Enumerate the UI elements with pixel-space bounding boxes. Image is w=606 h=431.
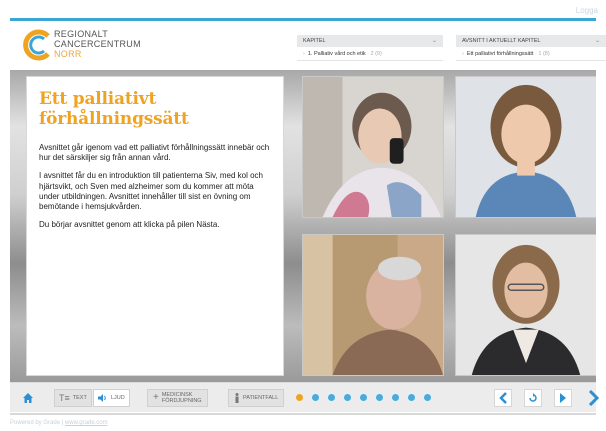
logo-line-1: REGIONALT xyxy=(54,29,109,39)
replay-button[interactable] xyxy=(524,389,542,407)
medical-deepening-button[interactable]: + MEDICINSK FÖRDJUPNING xyxy=(147,389,208,407)
section-title: Ett palliativt förhållningssätt xyxy=(39,89,189,129)
rcc-logo-icon xyxy=(23,29,50,61)
text-toggle-label: TEXT xyxy=(72,395,87,401)
medical-deepening-label: MEDICINSK FÖRDJUPNING xyxy=(162,392,202,404)
next-button[interactable] xyxy=(585,389,603,407)
paragraph-3: Du börjar avsnittet genom att klicka på … xyxy=(39,220,220,230)
chevron-down-icon: ⌄ xyxy=(594,38,600,44)
paragraph-1: Avsnittet går igenom vad ett palliativt … xyxy=(39,143,270,163)
header: REGIONALT CANCERCENTRUM NORR KAPITEL ⌄ ›… xyxy=(10,21,606,69)
play-icon xyxy=(560,393,566,403)
chevron-down-icon: ⌄ xyxy=(431,38,437,44)
text-panel: Ett palliativt förhållningssätt Avsnitte… xyxy=(26,76,284,376)
chapter-selector-label: KAPITEL xyxy=(303,38,326,44)
photo-narrator-older-woman xyxy=(455,234,596,376)
progress-dot[interactable] xyxy=(312,394,319,401)
progress-dot[interactable] xyxy=(360,394,367,401)
progress-dot[interactable] xyxy=(392,394,399,401)
home-icon xyxy=(23,393,33,403)
progress-dot[interactable] xyxy=(376,394,383,401)
bottom-rule xyxy=(10,413,596,415)
play-button[interactable] xyxy=(554,389,572,407)
logo-line-3: NORR xyxy=(54,49,82,59)
section-selector-label: AVSNITT I AKTUELLT KAPITEL xyxy=(462,38,541,44)
patient-case-label: PATIENTFALL xyxy=(243,395,279,401)
footer-link[interactable]: www.grade.com xyxy=(65,420,108,426)
previous-button[interactable] xyxy=(494,389,512,407)
bottom-toolbar: T≡ TEXT LJUD + MEDICINSK FÖRDJUPNING PAT… xyxy=(10,382,600,412)
photo-patient-siv xyxy=(302,76,444,218)
main-stage: Ett palliativt förhållningssätt Avsnitte… xyxy=(10,70,596,382)
person-icon xyxy=(235,393,239,403)
logo-line-2: CANCERCENTRUM xyxy=(54,39,141,49)
chapter-selector[interactable]: KAPITEL ⌄ › 1. Palliativ vård och etik · … xyxy=(297,35,443,65)
photo-patient-sven xyxy=(302,234,444,376)
text-icon: T≡ xyxy=(59,393,70,403)
chapter-current[interactable]: › 1. Palliativ vård och etik · 2 (9) xyxy=(297,47,443,61)
progress-dot[interactable] xyxy=(344,394,351,401)
logo-text: REGIONALT CANCERCENTRUM NORR xyxy=(54,29,141,59)
progress-dot[interactable] xyxy=(408,394,415,401)
speaker-icon xyxy=(98,394,106,402)
chevron-right-icon xyxy=(588,390,600,406)
login-link[interactable]: Logga xyxy=(576,6,598,15)
medical-deepening-line-2: FÖRDJUPNING xyxy=(161,398,202,404)
progress-dot[interactable] xyxy=(296,394,303,401)
section-selector[interactable]: AVSNITT I AKTUELLT KAPITEL ⌄ › Ett pallia… xyxy=(456,35,606,65)
section-current[interactable]: › Ett palliativt förhållningssätt · 1 (8) xyxy=(456,47,606,61)
section-current-value: Ett palliativt förhållningssätt xyxy=(466,51,534,57)
app-window: Logga REGIONALT CANCERCENTRUM NORR KAPIT… xyxy=(0,0,606,431)
chapter-selector-bar[interactable]: KAPITEL ⌄ xyxy=(297,35,443,47)
chevron-right-icon: › xyxy=(462,51,464,57)
photo-narrator-woman xyxy=(455,76,596,218)
progress-dot[interactable] xyxy=(424,394,431,401)
plus-icon: + xyxy=(153,392,159,403)
replay-icon xyxy=(529,393,537,402)
home-button[interactable] xyxy=(18,389,38,407)
audio-toggle-button[interactable]: LJUD xyxy=(93,389,130,407)
section-count: · 1 (8) xyxy=(535,51,550,57)
chevron-left-icon xyxy=(499,392,507,404)
chapter-current-value: 1. Palliativ vård och etik xyxy=(307,51,366,57)
chevron-right-icon: › xyxy=(303,51,305,57)
text-toggle-button[interactable]: T≡ TEXT xyxy=(54,389,92,407)
footer-text: Powered by Grade | xyxy=(10,420,65,426)
progress-dots xyxy=(296,394,431,401)
audio-toggle-label: LJUD xyxy=(111,395,125,401)
chapter-count: · 2 (9) xyxy=(367,51,382,57)
section-selector-bar[interactable]: AVSNITT I AKTUELLT KAPITEL ⌄ xyxy=(456,35,606,47)
progress-dot[interactable] xyxy=(328,394,335,401)
paragraph-2: I avsnittet får du en introduktion till … xyxy=(39,171,263,212)
patient-case-button[interactable]: PATIENTFALL xyxy=(228,389,285,407)
footer: Powered by Grade | www.grade.com xyxy=(10,420,108,426)
